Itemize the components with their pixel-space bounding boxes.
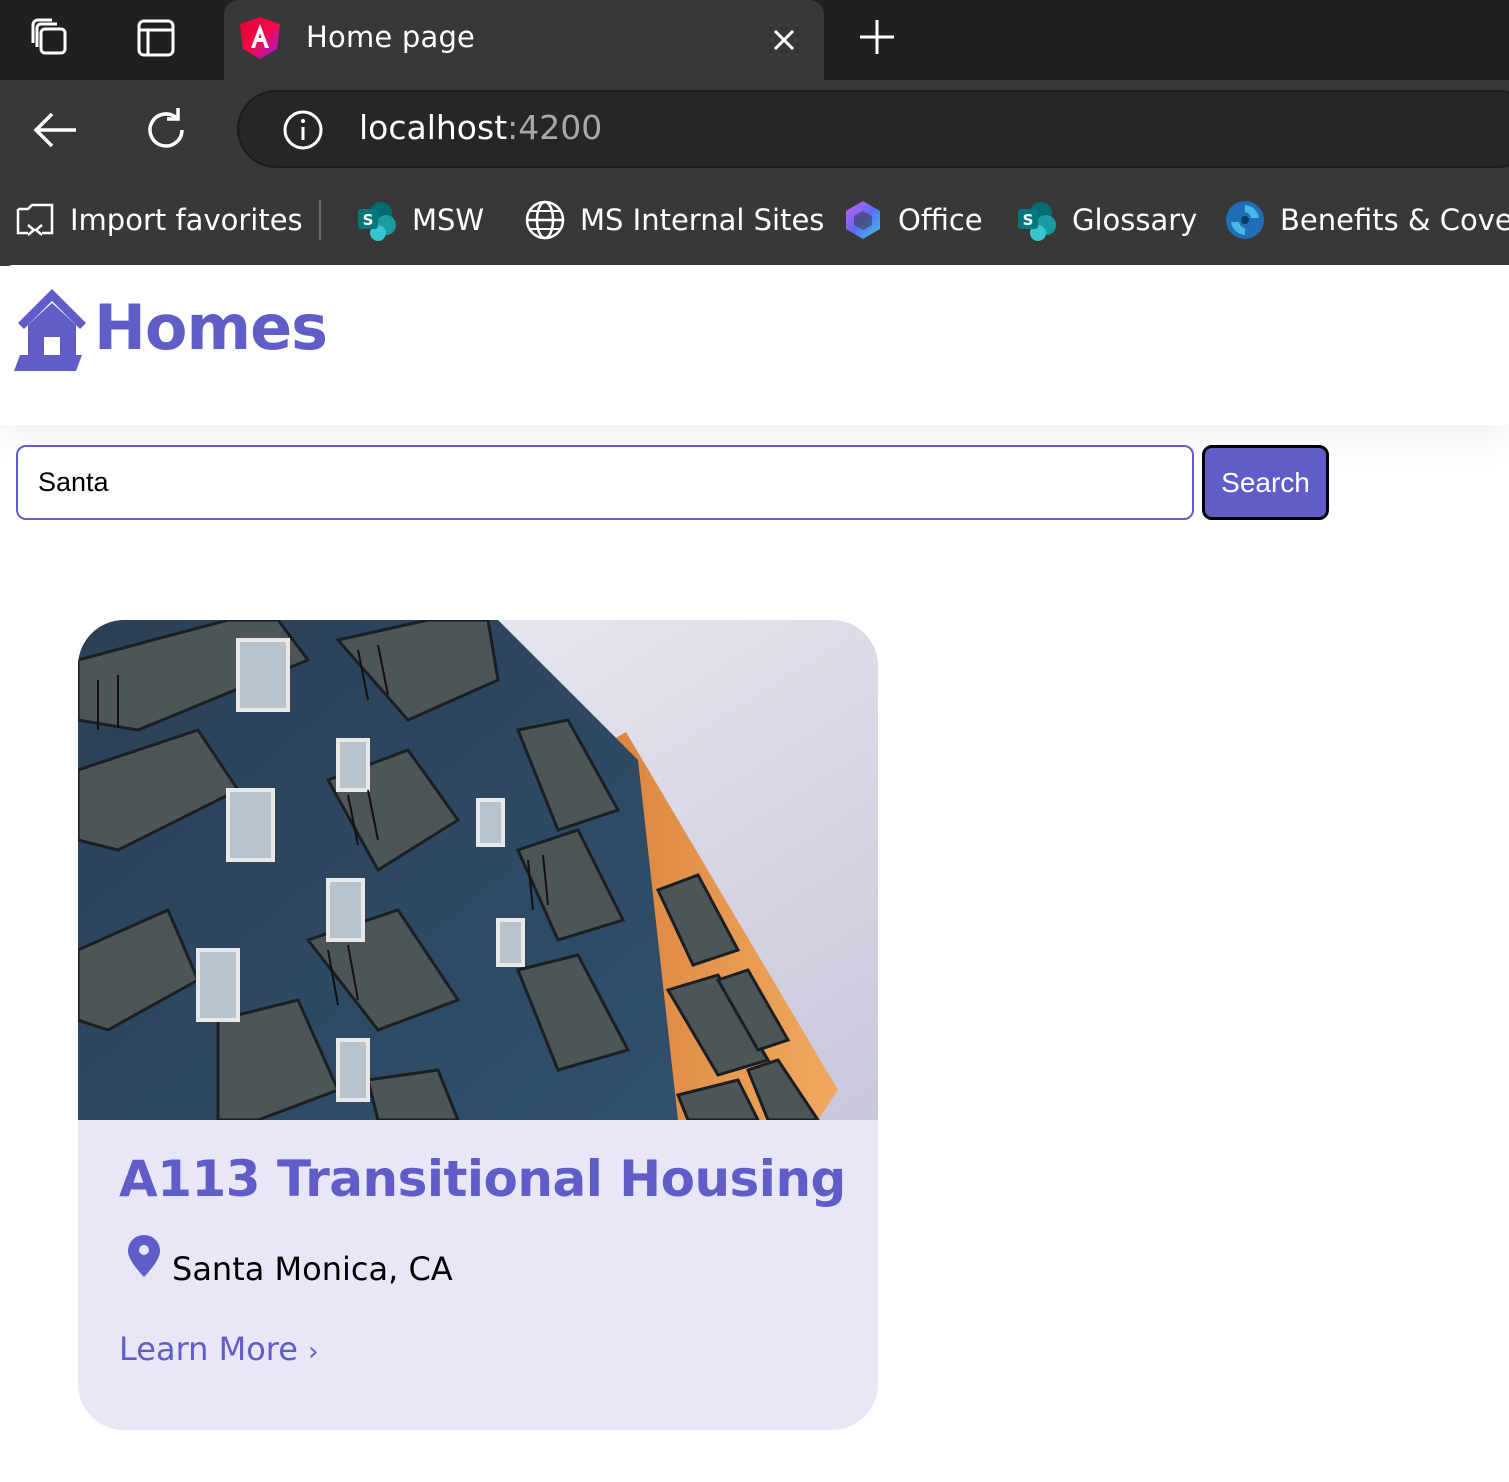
search-input[interactable] <box>16 445 1194 520</box>
favorite-label: Import favorites <box>70 203 303 237</box>
close-icon[interactable] <box>766 22 802 58</box>
sharepoint-icon: S <box>358 202 396 241</box>
favorite-label: Benefits & Covera <box>1280 203 1509 237</box>
app-header: Homes <box>0 265 1509 425</box>
learn-more-label: Learn More <box>119 1330 298 1368</box>
url-host: localhost <box>359 108 508 147</box>
url-text: localhost:4200 <box>359 108 602 147</box>
listing-title: A113 Transitional Housing <box>119 1150 846 1208</box>
workspaces-button[interactable] <box>26 14 74 62</box>
favorites-bar: Import favorites S MSW MS Internal Sites <box>0 180 1509 266</box>
favorites-divider <box>319 200 321 240</box>
favorite-benefits[interactable]: Benefits & Covera <box>1224 196 1509 244</box>
home-logo-icon[interactable] <box>14 285 90 373</box>
favorite-label: Glossary <box>1072 203 1198 237</box>
address-bar[interactable]: localhost:4200 <box>237 90 1509 168</box>
sharepoint-icon: S <box>1018 202 1056 241</box>
tab-home-page[interactable]: Home page <box>224 0 824 80</box>
import-favorites-icon <box>16 203 54 236</box>
browser-toolbar: localhost:4200 <box>0 80 1509 180</box>
favorite-msw[interactable]: S MSW <box>356 196 484 244</box>
favorite-import-favorites[interactable]: Import favorites <box>14 196 303 244</box>
office-icon <box>846 201 880 239</box>
refresh-icon[interactable] <box>138 102 194 158</box>
location-pin-icon <box>128 1235 160 1277</box>
favorite-label: MS Internal Sites <box>580 203 825 237</box>
browser-tabstrip: Home page <box>0 0 1509 80</box>
favorite-label: MSW <box>412 203 485 237</box>
site-info-icon[interactable] <box>281 108 325 152</box>
url-port: :4200 <box>507 108 603 147</box>
new-tab-icon[interactable] <box>856 16 898 58</box>
housing-listing-card: A113 Transitional Housing Santa Monica, … <box>78 620 878 1430</box>
vertical-tabs-icon <box>137 19 175 57</box>
benefits-icon <box>1226 201 1264 239</box>
learn-more-link[interactable]: Learn More › <box>119 1330 319 1368</box>
listing-photo <box>78 620 878 1120</box>
app-logo-text[interactable]: Homes <box>94 291 328 364</box>
search-button[interactable]: Search <box>1202 445 1329 520</box>
back-icon[interactable] <box>28 102 84 158</box>
tab-title: Home page <box>306 20 476 54</box>
favorite-label: Office <box>898 203 983 237</box>
chevron-right-icon: › <box>308 1337 319 1367</box>
favorite-office[interactable]: Office <box>842 196 983 244</box>
page-viewport: Homes Search <box>0 265 1509 1482</box>
listing-location: Santa Monica, CA <box>172 1250 453 1288</box>
svg-text:S: S <box>1023 211 1034 229</box>
favorite-glossary[interactable]: S Glossary <box>1016 196 1197 244</box>
workspaces-icon <box>31 18 67 55</box>
globe-icon <box>525 200 565 240</box>
angular-icon <box>240 17 280 59</box>
favorite-ms-internal-sites[interactable]: MS Internal Sites <box>524 196 824 244</box>
tab-actions-button[interactable] <box>132 14 180 62</box>
svg-text:S: S <box>363 211 374 229</box>
